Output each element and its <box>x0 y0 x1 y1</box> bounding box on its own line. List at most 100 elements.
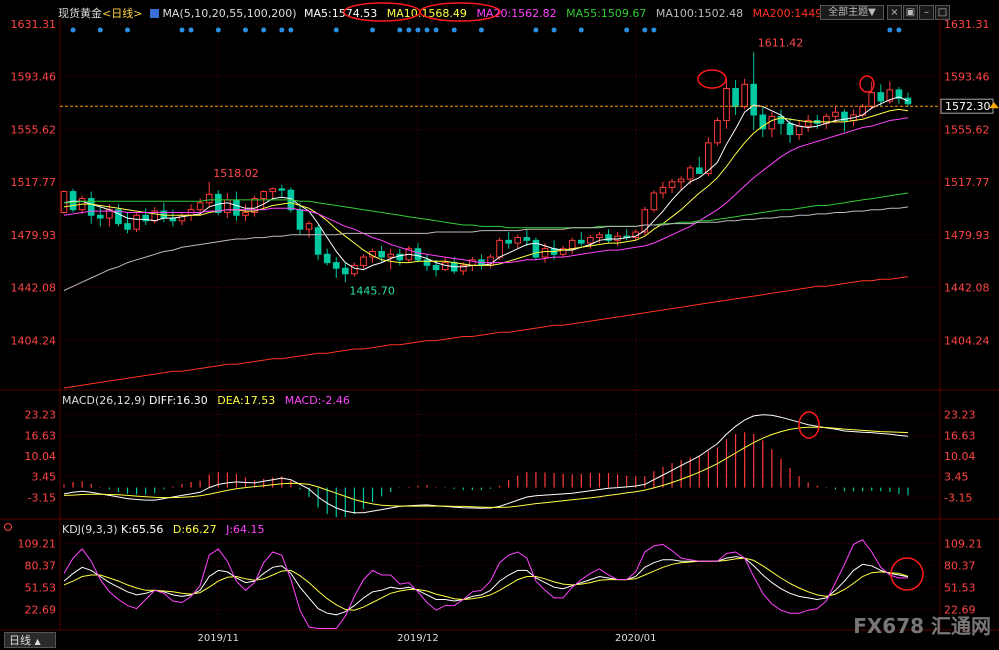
y-tick-label-right: 16.63 <box>944 429 976 442</box>
candle-body <box>795 125 803 135</box>
price-annotation: 1518.02 <box>213 167 258 180</box>
candle-body <box>768 115 776 130</box>
y-tick-label-left: 10.04 <box>25 450 57 463</box>
y-tick-label-right: 23.23 <box>944 409 976 422</box>
y-tick-label-right: 51.53 <box>944 582 976 595</box>
signal-dot <box>243 27 249 33</box>
signal-dot <box>397 27 403 33</box>
candle-body <box>650 192 658 211</box>
y-tick-label-right: -3.15 <box>944 491 972 504</box>
candle-body <box>686 167 694 180</box>
candle-body <box>759 114 767 130</box>
watermark-logo: FX678 汇通网 <box>853 614 991 638</box>
signal-dot <box>188 27 194 33</box>
period-tab-label: 日线 <box>9 634 31 647</box>
candle-body <box>677 178 685 183</box>
candle-body <box>904 97 912 105</box>
candle-body <box>577 239 585 244</box>
signal-dot <box>70 27 76 33</box>
kdj-d-line <box>63 557 909 611</box>
y-tick-label-left: 109.21 <box>18 537 57 550</box>
candle-body <box>868 92 876 108</box>
candle-body <box>314 227 322 255</box>
highlight-circle <box>419 2 501 22</box>
signal-dot <box>215 27 221 33</box>
x-tick-label: 2019/12 <box>397 633 439 644</box>
signal-dot <box>97 27 103 33</box>
signal-dot <box>533 27 539 33</box>
y-tick-label-left: 1404.24 <box>11 334 57 347</box>
signal-dot <box>642 27 648 33</box>
candle-body <box>786 122 794 135</box>
signal-dot <box>179 27 185 33</box>
x-tick-label: 2020/01 <box>615 633 657 644</box>
candle-body <box>423 259 431 266</box>
y-tick-label-left: 1555.62 <box>11 123 57 136</box>
highlight-circle <box>343 2 421 22</box>
y-tick-label-right: 1479.93 <box>944 229 990 242</box>
candle-body <box>96 214 104 219</box>
signal-dot <box>370 27 376 33</box>
candle-body <box>732 88 739 108</box>
candle-body <box>659 186 667 194</box>
candle-body <box>695 167 703 174</box>
candle-body <box>514 237 522 244</box>
candle-body <box>360 256 367 266</box>
ma-line-ma20 <box>63 117 909 264</box>
signal-dot <box>624 27 630 33</box>
candle-body <box>387 253 395 258</box>
y-tick-label-left: 1479.93 <box>11 229 57 242</box>
ma-line-ma200 <box>63 276 909 389</box>
candle-body <box>523 237 531 241</box>
candle-body <box>260 191 267 200</box>
price-annotation: 1445.70 <box>349 285 395 298</box>
candle-body <box>587 237 594 244</box>
candle-body <box>496 239 503 258</box>
candle-body <box>378 250 385 258</box>
kdj-j-line <box>63 539 909 629</box>
y-tick-label-left: -3.15 <box>28 491 56 504</box>
y-tick-label-left: 1593.46 <box>11 71 57 84</box>
signal-dot <box>887 27 893 33</box>
candle-body <box>668 181 676 188</box>
price-annotation: 1611.42 <box>758 37 804 50</box>
candle-body <box>133 214 140 230</box>
signal-dot <box>451 27 457 33</box>
signal-dot <box>433 27 439 33</box>
candle-body <box>124 223 131 230</box>
candle-body <box>568 239 576 250</box>
candle-body <box>750 83 758 116</box>
y-tick-label-right: 10.04 <box>944 450 976 463</box>
x-tick-label: 2019/11 <box>198 633 240 644</box>
y-tick-label-right: 1631.31 <box>944 18 990 31</box>
signal-dot <box>424 27 430 33</box>
y-tick-label-left: 16.63 <box>25 429 57 442</box>
signal-dot <box>333 27 339 33</box>
y-tick-label-left: 22.69 <box>25 604 57 617</box>
signal-dot <box>551 27 557 33</box>
signal-dot <box>125 27 131 33</box>
candle-body <box>269 188 277 193</box>
y-tick-label-left: 1631.31 <box>11 18 57 31</box>
y-tick-label-right: 1593.46 <box>944 71 990 84</box>
period-tab[interactable]: 日线 ▲ <box>4 632 56 648</box>
signal-dot <box>261 27 267 33</box>
candle-body <box>505 239 513 244</box>
y-tick-label-left: 23.23 <box>25 409 57 422</box>
candle-body <box>596 234 603 239</box>
highlight-circle <box>697 69 727 89</box>
candle-body <box>714 120 721 144</box>
candle-body <box>196 202 204 211</box>
candle-body <box>296 209 304 230</box>
candle-body <box>832 111 839 117</box>
candle-body <box>414 248 422 261</box>
y-tick-label-left: 1442.08 <box>11 282 57 295</box>
candle-body <box>233 199 240 216</box>
candle-body <box>69 191 77 211</box>
y-tick-label-right: 109.21 <box>944 537 983 550</box>
candle-body <box>342 267 349 275</box>
signal-dot <box>651 27 657 33</box>
y-tick-label-right: 1517.77 <box>944 176 990 189</box>
y-tick-label-left: 1517.77 <box>11 176 57 189</box>
y-tick-label-right: 80.37 <box>944 559 976 572</box>
